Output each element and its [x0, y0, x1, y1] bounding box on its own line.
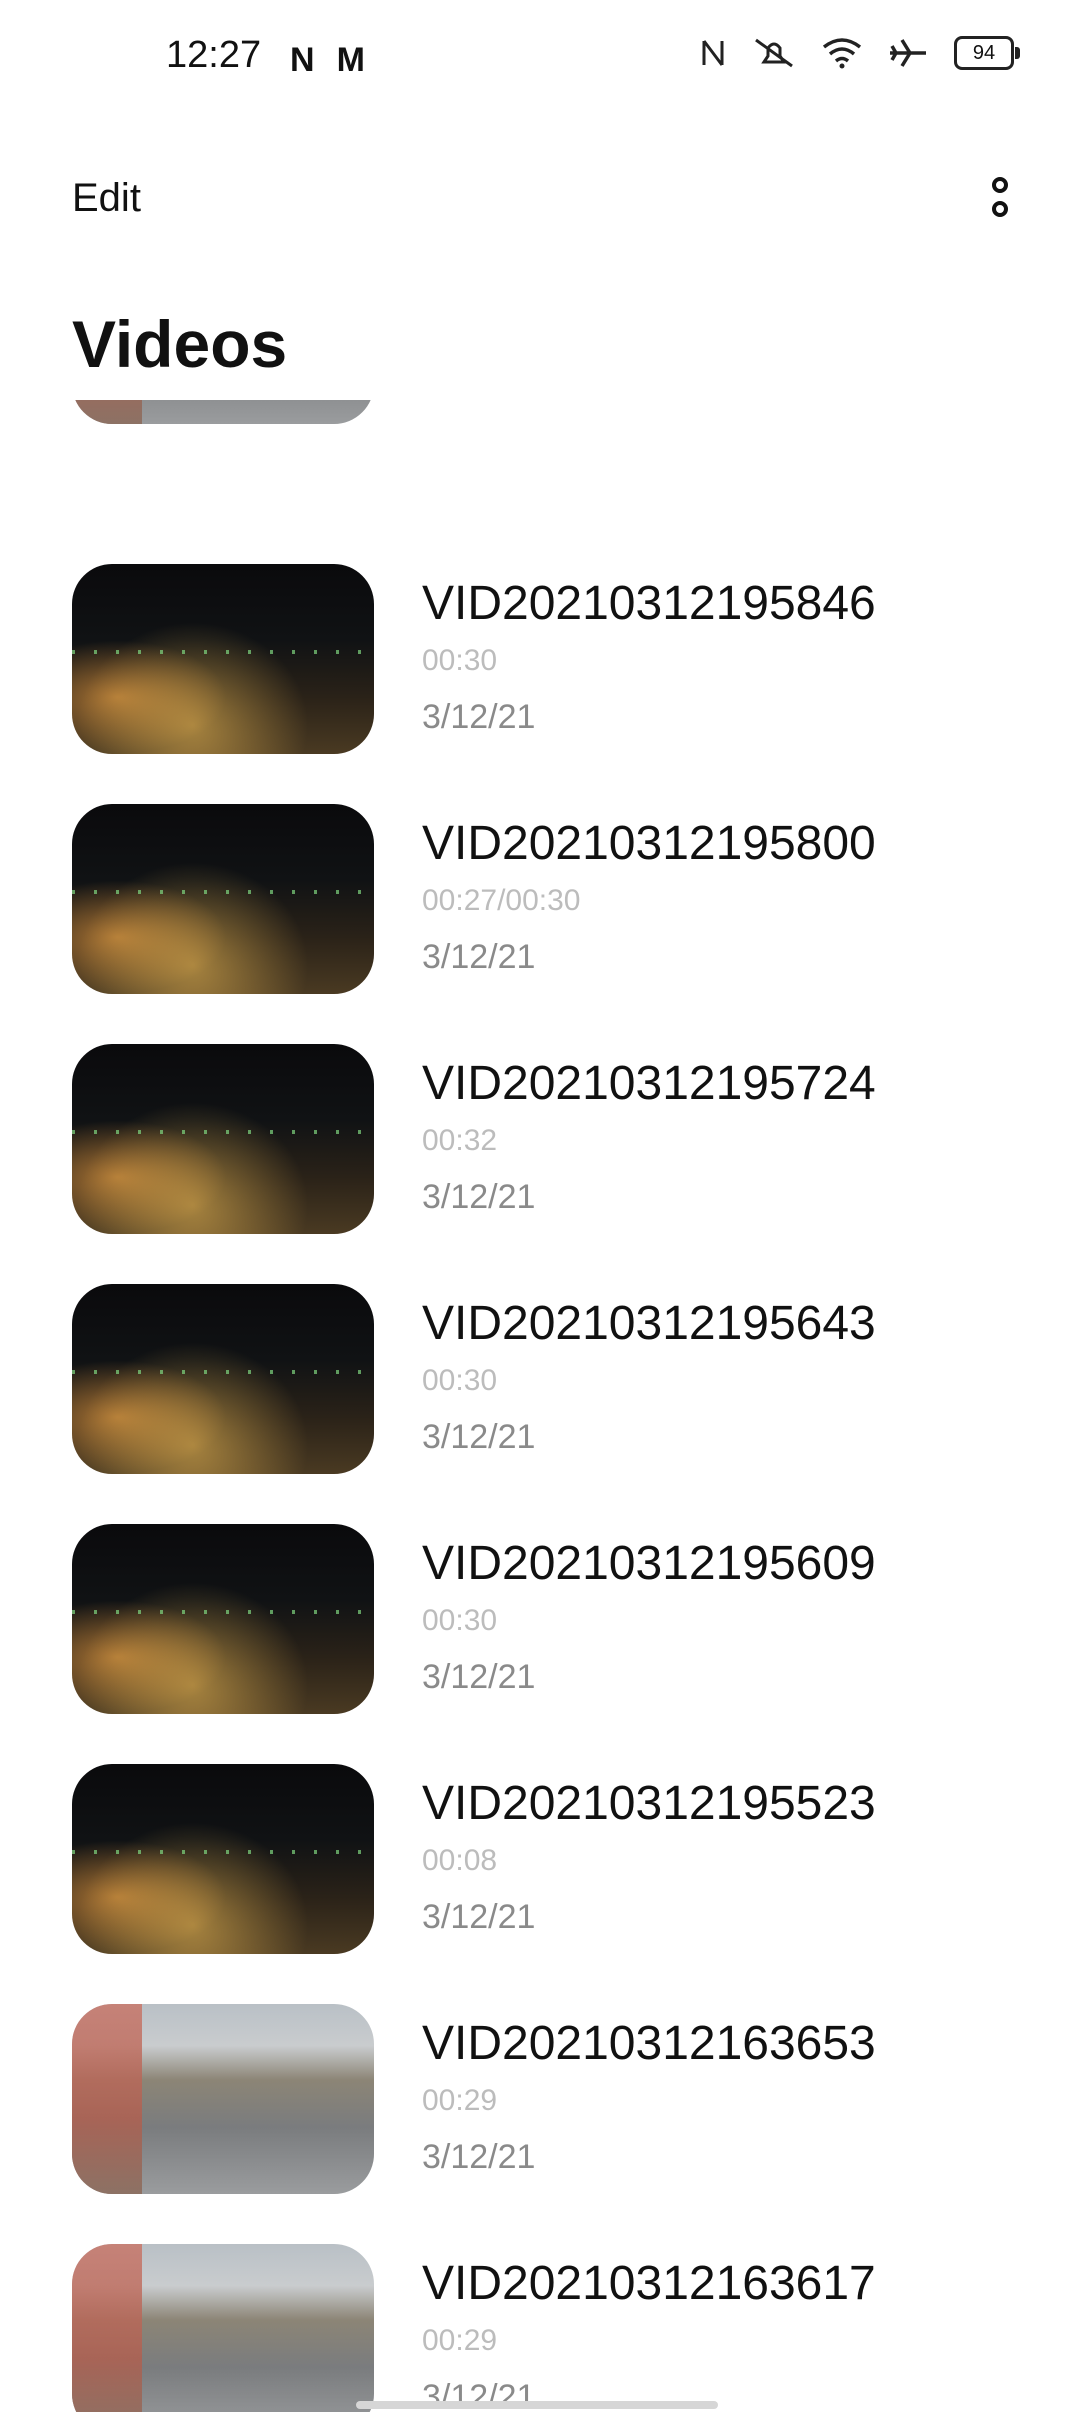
video-list-item[interactable]: VID20210312163617 00:29 3/12/21	[0, 2210, 1080, 2412]
video-list-item[interactable]: VID20210312195643 00:30 3/12/21	[0, 1250, 1080, 1490]
video-date: 3/12/21	[422, 698, 536, 736]
video-duration: 00:29	[422, 2324, 498, 2357]
video-thumbnail[interactable]	[72, 1284, 374, 1474]
gmail-icon: M	[336, 41, 365, 79]
notification-icons: N M	[290, 40, 365, 80]
video-name: VID20210312195643	[422, 1297, 876, 1350]
video-name: VID20210312195846	[422, 577, 876, 630]
video-name: VID20210312195609	[422, 1537, 876, 1590]
video-thumbnail[interactable]	[72, 564, 374, 754]
video-duration: 00:30	[422, 1604, 498, 1637]
page-title: Videos	[72, 307, 288, 381]
video-thumbnail[interactable]	[72, 1764, 374, 1954]
video-duration: 00:30	[422, 644, 498, 677]
video-list-inner: 00:303/14/21VID2021031219584600:303/12/2…	[0, 400, 1080, 2412]
system-icons: 94	[700, 36, 1020, 70]
video-thumbnail[interactable]	[72, 400, 374, 424]
video-thumbnail[interactable]	[72, 2004, 374, 2194]
video-date: 3/12/21	[422, 1898, 536, 1936]
n-app-icon: N	[290, 41, 315, 79]
video-duration: 00:29	[422, 2084, 498, 2117]
video-duration: 00:08	[422, 1844, 498, 1877]
video-thumbnail[interactable]	[72, 1524, 374, 1714]
more-vertical-icon[interactable]	[976, 172, 1024, 228]
mute-icon	[755, 38, 793, 68]
video-date: 3/14/21	[422, 400, 535, 407]
video-list-item[interactable]: VID20210312195523 00:08 3/12/21	[0, 1730, 1080, 1970]
video-thumbnail[interactable]	[72, 804, 374, 994]
home-indicator[interactable]	[356, 2401, 718, 2409]
video-date: 3/12/21	[422, 1178, 536, 1216]
edit-button[interactable]: Edit	[72, 176, 141, 221]
wifi-icon	[822, 38, 862, 69]
video-list[interactable]: 00:303/14/21VID2021031219584600:303/12/2…	[0, 400, 1080, 2412]
video-list-item[interactable]: VID20210312195609 00:30 3/12/21	[0, 1490, 1080, 1730]
status-bar: 12:27 N M 94	[0, 0, 1080, 120]
video-name: VID20210312195724	[422, 1057, 876, 1110]
video-date: 3/12/21	[422, 1658, 536, 1696]
video-duration: 00:32	[422, 1124, 498, 1157]
video-date: 3/12/21	[422, 938, 536, 976]
video-name: VID20210312195800	[422, 817, 876, 870]
video-name: VID20210312163653	[422, 2017, 876, 2070]
video-date: 3/12/21	[422, 1418, 536, 1456]
nfc-icon	[702, 40, 724, 66]
video-date: 3/12/21	[422, 2138, 536, 2176]
video-name: VID20210312163617	[422, 2257, 876, 2310]
video-duration: 00:30	[422, 1364, 498, 1397]
video-thumbnail[interactable]	[72, 1044, 374, 1234]
video-list-item[interactable]: VID20210312195846 00:30 3/12/21	[0, 530, 1080, 770]
video-list-item[interactable]: VID20210312195724 00:32 3/12/21	[0, 1010, 1080, 1250]
status-time: 12:27	[166, 34, 262, 76]
video-list-item[interactable]: 00:303/14/21	[0, 400, 1080, 530]
airplane-icon	[890, 39, 926, 67]
video-list-item[interactable]: VID20210312195800 00:27/00:30 3/12/21	[0, 770, 1080, 1010]
video-thumbnail[interactable]	[72, 2244, 374, 2412]
video-duration: 00:27/00:30	[422, 884, 581, 917]
battery-icon: 94	[954, 36, 1020, 70]
video-name: VID20210312195523	[422, 1777, 876, 1830]
video-list-item[interactable]: VID20210312163653 00:29 3/12/21	[0, 1970, 1080, 2210]
